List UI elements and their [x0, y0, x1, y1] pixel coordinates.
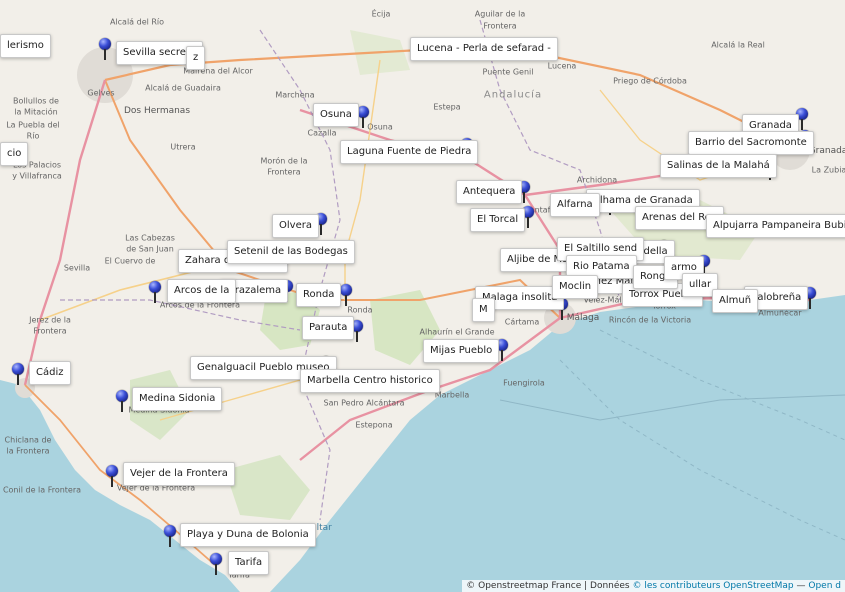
osm-contributors-link[interactable]: © les contributeurs OpenStreetMap [632, 581, 793, 591]
marker-label-partial[interactable]: Alfarna [550, 193, 600, 217]
pin-stick [121, 401, 123, 412]
marker-label[interactable]: Salinas de la Malahá [660, 154, 777, 178]
map-pin-icon[interactable] [210, 553, 222, 575]
attribution-separator: — [793, 581, 809, 591]
open-data-link[interactable]: Open d [808, 581, 841, 591]
marker-label-partial[interactable]: Setenil de las Bodegas [227, 240, 355, 264]
marker-label[interactable]: Olvera [272, 214, 319, 238]
marker-label-partial[interactable]: Alpujarra Pampaneira Bubion Capileira [706, 214, 845, 238]
pin-stick [356, 331, 358, 342]
pin-stick [169, 536, 171, 547]
marker-label[interactable]: Vejer de la Frontera [123, 462, 235, 486]
pin-stick [523, 192, 525, 203]
marker-label[interactable]: Parauta [302, 316, 355, 340]
pin-stick [501, 350, 503, 361]
attribution-prefix: © Openstreetmap France | Données [466, 581, 633, 591]
marker-label-partial[interactable]: Moclin [552, 275, 599, 299]
marker-label-partial[interactable]: M [472, 298, 495, 322]
pin-stick [561, 309, 563, 320]
map-attribution: © Openstreetmap France | Données © les c… [462, 580, 845, 592]
pin-stick [362, 117, 364, 128]
marker-label[interactable]: Tarifa [228, 551, 270, 575]
pin-stick [215, 564, 217, 575]
pin-stick [345, 295, 347, 306]
marker-label-partial[interactable]: z [186, 46, 206, 70]
map-pin-icon[interactable] [149, 281, 161, 303]
marker-label[interactable]: Medina Sidonia [132, 387, 223, 411]
marker-label[interactable]: Cádiz [29, 361, 71, 385]
map-pin-icon[interactable] [164, 525, 176, 547]
marker-label-partial[interactable]: lerismo [0, 34, 51, 58]
marker-label[interactable]: Antequera [456, 180, 523, 204]
marker-label[interactable]: Osuna [313, 103, 359, 127]
marker-label[interactable]: Playa y Duna de Bolonia [180, 523, 316, 547]
pin-stick [154, 292, 156, 303]
pin-stick [527, 217, 529, 228]
marker-label-partial[interactable]: Almuñ [712, 289, 759, 313]
marker-label[interactable]: Ronda [296, 283, 342, 307]
map-pin-icon[interactable] [116, 390, 128, 412]
pin-stick [320, 224, 322, 235]
pin-stick [801, 119, 803, 130]
map-canvas[interactable]: Écija Aguilar de la Frontera Alcalá del Río… [0, 0, 845, 592]
pin-stick [17, 374, 19, 385]
marker-label[interactable]: Arcos de la [167, 279, 237, 303]
pin-stick [809, 298, 811, 309]
marker-label[interactable]: Laguna Fuente de Piedra [340, 140, 479, 164]
pin-stick [104, 49, 106, 60]
marker-label[interactable]: Barrio del Sacromonte [688, 131, 814, 155]
pin-stick [111, 476, 113, 487]
map-pin-icon[interactable] [340, 284, 352, 306]
map-pin-icon[interactable] [106, 465, 118, 487]
marker-label[interactable]: El Torcal [470, 208, 526, 232]
map-pin-icon[interactable] [12, 363, 24, 385]
map-pin-icon[interactable] [99, 38, 111, 60]
park [225, 455, 310, 520]
marker-label[interactable]: Mijas Pueblo [423, 339, 500, 363]
marker-label-partial[interactable]: cio [0, 142, 29, 166]
marker-label[interactable]: Marbella Centro historico [300, 369, 440, 393]
marker-label[interactable]: Lucena - Perla de sefarad - [410, 37, 558, 61]
